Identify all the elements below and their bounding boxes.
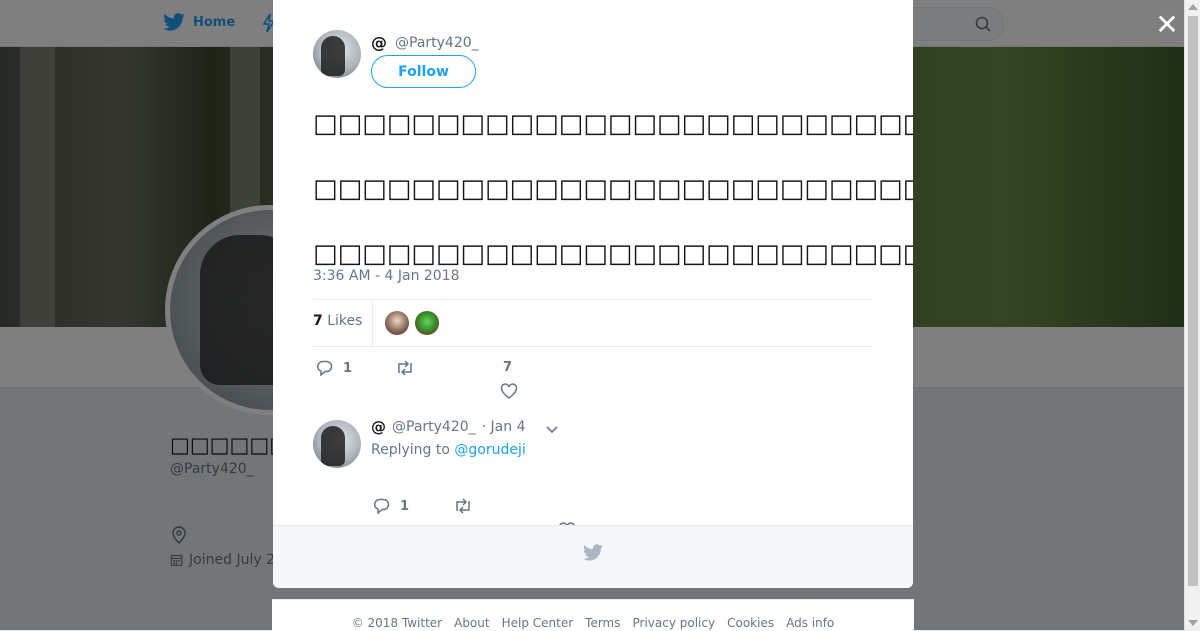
reply-date[interactable]: · Jan 4 xyxy=(482,419,526,435)
reply-retweet-button[interactable] xyxy=(453,498,473,514)
follow-button[interactable]: Follow xyxy=(371,55,476,88)
scroll-up-arrow-icon[interactable] xyxy=(1188,4,1198,10)
heart-icon xyxy=(500,383,518,399)
reply-reply-button[interactable]: 1 xyxy=(373,498,409,514)
footer-link-ads-info[interactable]: Ads info xyxy=(786,616,834,630)
chevron-down-icon[interactable] xyxy=(545,420,559,439)
like-count: 7 xyxy=(503,360,513,375)
reply-author-name[interactable]: @ xyxy=(371,418,386,436)
likes-stat[interactable]: 7 Likes xyxy=(313,313,362,329)
reply-reply-count: 1 xyxy=(400,498,410,514)
page-footer: © 2018 Twitter About Help Center Terms P… xyxy=(272,599,914,631)
liker-avatar[interactable] xyxy=(385,311,409,335)
tweet-text-line: □□□□□□□□□□□□□□□□□□□□□□□□□□□□□□□□□□□□□□ xyxy=(313,109,913,139)
retweet-icon xyxy=(398,360,412,376)
replying-to-prefix: Replying to xyxy=(371,442,450,458)
modal-footer xyxy=(273,525,913,588)
reply-tweet[interactable]: @ @Party420_ · Jan 4 Replying to @gorude… xyxy=(273,410,913,538)
tweet-author-avatar[interactable] xyxy=(313,30,361,78)
scrollbar-thumb[interactable] xyxy=(1188,16,1198,586)
tweet-stats: 7 Likes xyxy=(313,299,873,347)
retweet-button[interactable] xyxy=(395,360,415,376)
twitter-bird-icon xyxy=(583,544,603,561)
reply-count: 1 xyxy=(343,360,353,376)
liker-avatar[interactable] xyxy=(415,311,439,335)
footer-link-about[interactable]: About xyxy=(454,616,489,630)
footer-link-help-center[interactable]: Help Center xyxy=(502,616,574,630)
reply-author-handle[interactable]: @Party420_ xyxy=(392,419,476,435)
tweet-timestamp[interactable]: 3:36 AM - 4 Jan 2018 xyxy=(313,268,460,284)
tweet-text-line: □□□□□□□□□□□□□□□□□□□□□□□□□□□□□□□□□□□□□□□□… xyxy=(313,174,913,204)
replying-to: Replying to @gorudeji xyxy=(371,442,526,458)
tweet-actions: 1 7 xyxy=(313,357,873,407)
like-count-wrap[interactable]: 7 xyxy=(503,360,512,375)
footer-link-cookies[interactable]: Cookies xyxy=(727,616,774,630)
likes-label: Likes xyxy=(327,313,363,329)
scroll-down-arrow-icon[interactable] xyxy=(1188,620,1198,626)
tweet-author-name[interactable]: @ xyxy=(371,33,387,52)
close-icon[interactable]: ✕ xyxy=(1154,11,1180,39)
likers-avatars xyxy=(385,311,439,335)
footer-copyright: © 2018 Twitter xyxy=(351,616,443,630)
stats-divider xyxy=(372,300,373,346)
tweet-text: □□□□□□□□□□□□□□□□□□□□□□□□ □□□□□□□□□□□□□□ □… xyxy=(313,92,913,287)
tweet-author-handle[interactable]: @Party420_ xyxy=(395,35,479,51)
reply-button[interactable]: 1 xyxy=(316,360,352,376)
tweet-modal: @ @Party420_ Follow □□□□□□□□□□□□□□□□□□□□… xyxy=(273,0,913,588)
reply-author-avatar[interactable] xyxy=(313,420,361,468)
retweet-icon xyxy=(456,498,470,514)
footer-links: © 2018 Twitter About Help Center Terms P… xyxy=(272,616,914,630)
scrollbar[interactable] xyxy=(1184,0,1200,630)
reply-icon xyxy=(317,360,333,376)
reply-header: @ @Party420_ · Jan 4 xyxy=(371,418,526,436)
footer-link-privacy-policy[interactable]: Privacy policy xyxy=(633,616,716,630)
reply-icon xyxy=(374,498,390,514)
like-button[interactable] xyxy=(500,383,518,399)
likes-count: 7 xyxy=(313,313,323,329)
replying-to-link[interactable]: @gorudeji xyxy=(454,442,525,458)
footer-link-terms[interactable]: Terms xyxy=(585,616,620,630)
